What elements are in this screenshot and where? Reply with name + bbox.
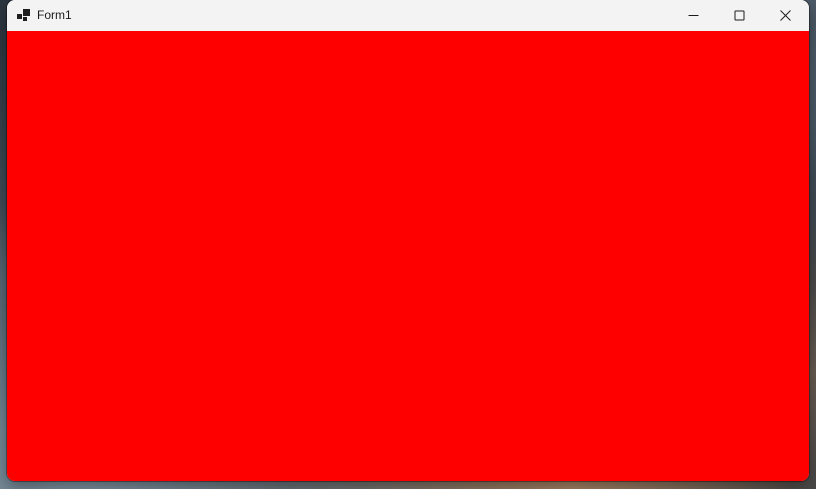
winforms-app-icon [17, 9, 30, 21]
window-title: Form1 [37, 8, 72, 22]
maximize-button[interactable] [716, 0, 762, 31]
maximize-icon [734, 10, 744, 21]
close-icon [779, 10, 791, 21]
close-button[interactable] [762, 0, 808, 31]
form-window: Form1 [7, 0, 809, 481]
minimize-button[interactable] [670, 0, 716, 31]
minimize-icon [688, 15, 698, 16]
title-bar[interactable]: Form1 [7, 0, 809, 31]
form-client-area [7, 31, 809, 481]
